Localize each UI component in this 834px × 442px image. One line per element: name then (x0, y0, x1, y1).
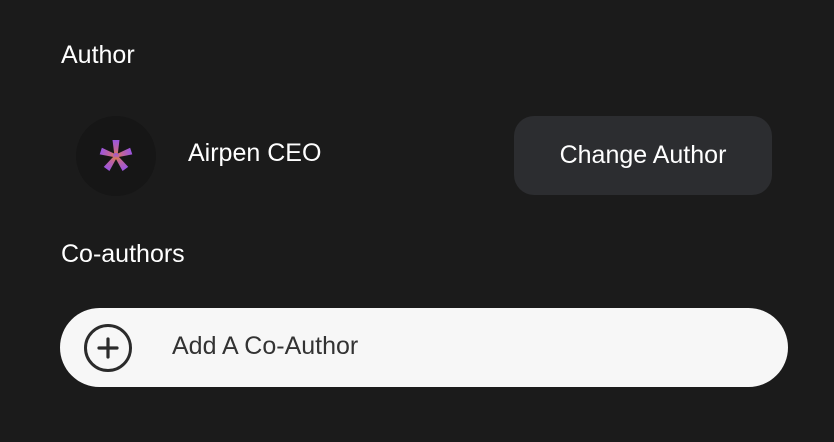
avatar (76, 116, 156, 196)
coauthors-section-label: Co-authors (61, 240, 185, 268)
change-author-button[interactable]: Change Author (514, 116, 772, 195)
add-coauthor-label: Add A Co-Author (172, 332, 359, 360)
add-coauthor-button[interactable]: Add A Co-Author (60, 308, 788, 387)
author-section-label: Author (61, 41, 135, 69)
plus-circle-icon (84, 324, 132, 372)
author-name: Airpen CEO (188, 139, 322, 167)
asterisk-logo-icon (99, 140, 133, 172)
